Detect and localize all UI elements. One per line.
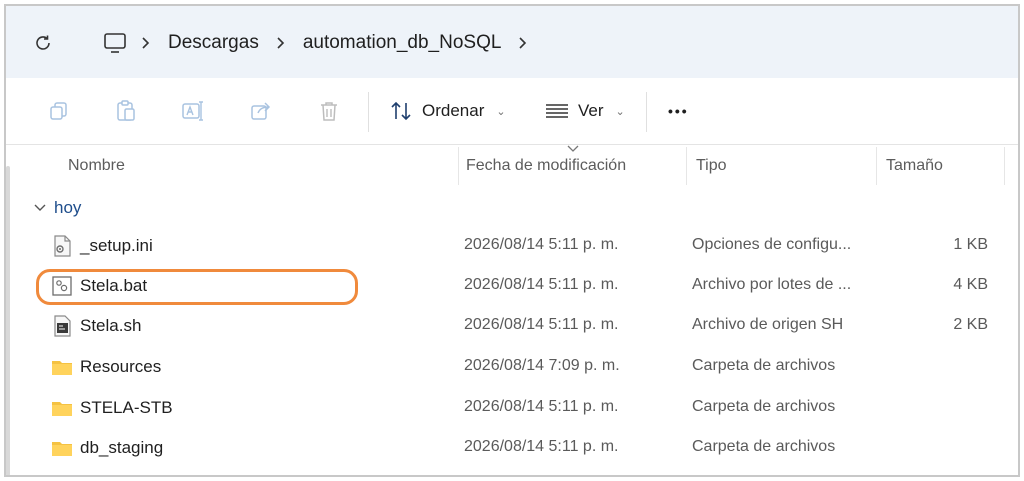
folder-row[interactable]: Resources 2026/08/14 7:09 p. m. Carpeta …	[6, 347, 1018, 387]
column-name[interactable]: Nombre	[68, 157, 125, 175]
view-list-icon	[546, 104, 568, 118]
breadcrumb: Descargas automation_db_NoSQL	[102, 28, 541, 58]
chevron-down-icon: ⌄	[615, 105, 625, 118]
file-name: Stela.bat	[80, 276, 148, 295]
file-modified: 2026/08/14 5:11 p. m.	[464, 276, 619, 293]
file-name: _setup.ini	[80, 236, 153, 255]
group-header-today[interactable]: hoy	[34, 196, 81, 220]
file-explorer-window: Descargas automation_db_NoSQL Ordenar ⌄ …	[4, 4, 1020, 477]
file-size: 2 KB	[953, 316, 988, 333]
address-bar: Descargas automation_db_NoSQL	[6, 6, 1018, 78]
column-divider[interactable]	[1004, 147, 1005, 185]
column-modified[interactable]: Fecha de modificación	[466, 157, 626, 175]
column-header-row: Nombre Fecha de modificación Tipo Tamaño	[6, 145, 1018, 187]
chevron-down-icon: ⌄	[496, 105, 506, 118]
file-modified: 2026/08/14 5:11 p. m.	[464, 398, 619, 415]
toolbar-divider	[368, 92, 369, 132]
file-name: STELA-STB	[80, 398, 173, 417]
sort-button[interactable]: Ordenar ⌄	[390, 96, 506, 126]
chevron-down-icon	[34, 204, 46, 211]
share-icon	[251, 102, 271, 120]
copy-button[interactable]	[44, 96, 74, 126]
trash-icon	[321, 102, 337, 121]
group-label: hoy	[54, 198, 82, 217]
sort-indicator-icon	[567, 145, 579, 152]
file-modified: 2026/08/14 5:11 p. m.	[464, 236, 619, 253]
file-type: Carpeta de archivos	[692, 398, 836, 415]
folder-icon	[52, 402, 72, 416]
file-name: Stela.sh	[80, 316, 142, 335]
more-options-label: •••	[668, 103, 689, 119]
this-pc-button[interactable]	[102, 30, 128, 56]
file-type: Opciones de configu...	[692, 236, 852, 253]
folder-icon	[52, 361, 72, 375]
ini-file-icon	[54, 235, 71, 257]
file-modified: 2026/08/14 5:11 p. m.	[464, 438, 619, 455]
delete-button[interactable]	[314, 96, 344, 126]
breadcrumb-separator[interactable]	[128, 30, 164, 56]
copy-icon	[50, 102, 67, 120]
column-divider[interactable]	[686, 147, 687, 185]
sort-label: Ordenar	[422, 101, 485, 120]
chevron-right-icon	[142, 37, 150, 49]
folder-row[interactable]: db_staging 2026/08/14 5:11 p. m. Carpeta…	[6, 428, 1018, 468]
folder-icon	[52, 442, 72, 456]
file-modified: 2026/08/14 7:09 p. m.	[464, 357, 620, 374]
file-type: Carpeta de archivos	[692, 357, 836, 374]
sort-icon	[391, 101, 411, 121]
view-label: Ver	[578, 101, 604, 120]
more-options-button[interactable]: •••	[668, 96, 689, 126]
rename-button[interactable]	[178, 96, 208, 126]
refresh-icon	[36, 35, 50, 50]
file-name: db_staging	[80, 438, 164, 457]
toolbar-divider	[646, 92, 647, 132]
file-type: Carpeta de archivos	[692, 438, 836, 455]
rename-icon	[182, 101, 203, 121]
script-file-icon	[54, 315, 71, 337]
file-size: 4 KB	[953, 276, 988, 293]
file-row[interactable]: _setup.ini 2026/08/14 5:11 p. m. Opcione…	[6, 226, 1018, 266]
file-size: 1 KB	[953, 236, 988, 253]
paste-button[interactable]	[111, 96, 141, 126]
paste-icon	[117, 100, 135, 121]
breadcrumb-item-descargas[interactable]: Descargas	[164, 32, 263, 54]
breadcrumb-separator[interactable]	[263, 30, 299, 56]
share-button[interactable]	[246, 96, 276, 126]
folder-row[interactable]: STELA-STB 2026/08/14 5:11 p. m. Carpeta …	[6, 388, 1018, 428]
breadcrumb-item-current-folder[interactable]: automation_db_NoSQL	[299, 32, 506, 54]
column-type[interactable]: Tipo	[696, 157, 727, 175]
file-type: Archivo de origen SH	[692, 316, 844, 333]
chevron-right-icon	[277, 37, 284, 49]
file-name: Resources	[80, 357, 162, 376]
file-modified: 2026/08/14 5:11 p. m.	[464, 316, 619, 333]
column-divider[interactable]	[458, 147, 459, 185]
command-bar: Ordenar ⌄ Ver ⌄ •••	[6, 78, 1018, 145]
column-divider[interactable]	[876, 147, 877, 185]
batch-file-icon	[52, 276, 72, 296]
monitor-icon	[104, 33, 126, 53]
file-type: Archivo por lotes de ...	[692, 276, 852, 293]
breadcrumb-separator[interactable]	[505, 30, 541, 56]
refresh-button[interactable]	[32, 32, 54, 54]
column-size[interactable]: Tamaño	[886, 157, 943, 175]
chevron-right-icon	[519, 37, 527, 49]
file-row[interactable]: Stela.sh 2026/08/14 5:11 p. m. Archivo d…	[6, 306, 1018, 346]
file-row[interactable]: Stela.bat 2026/08/14 5:11 p. m. Archivo …	[6, 266, 1018, 306]
view-button[interactable]: Ver ⌄	[544, 96, 625, 126]
